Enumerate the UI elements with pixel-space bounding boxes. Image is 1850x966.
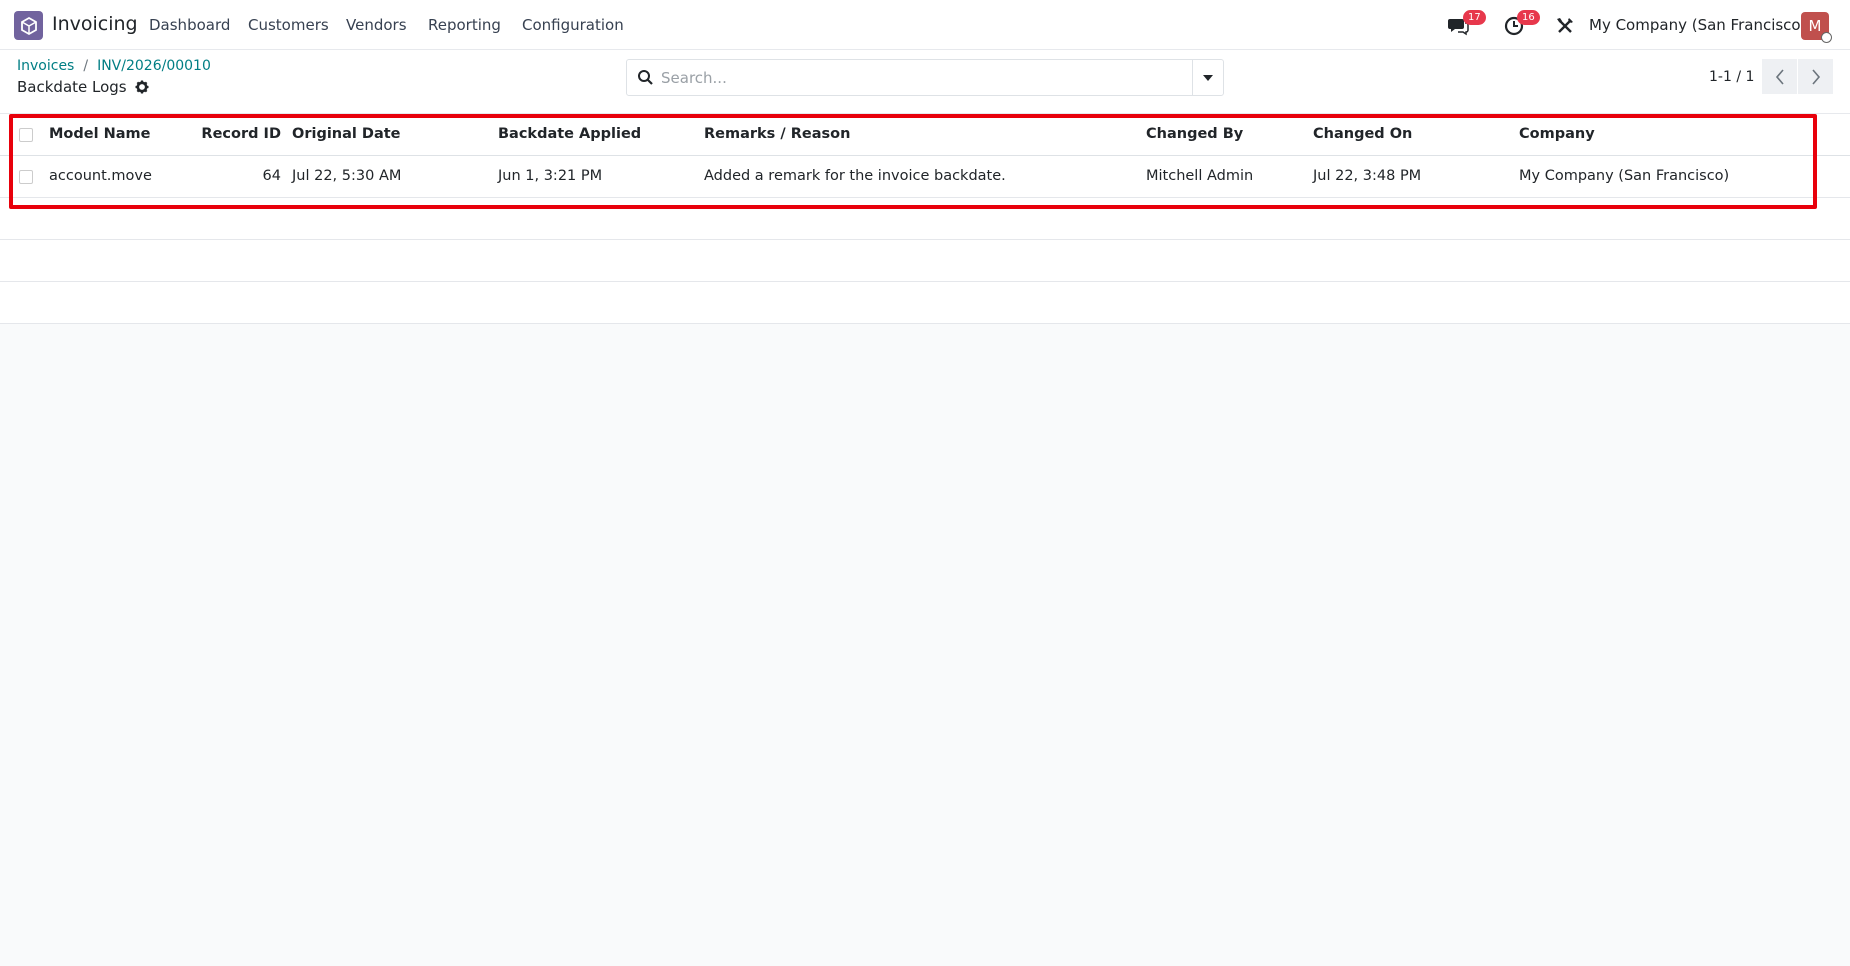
tools-icon xyxy=(1557,18,1573,33)
column-header-model-name[interactable]: Model Name xyxy=(49,126,151,142)
cell-remarks: Added a remark for the invoice backdate. xyxy=(704,168,1006,184)
page-title: Backdate Logs xyxy=(17,78,149,96)
user-avatar[interactable]: M xyxy=(1801,12,1832,43)
column-header-remarks[interactable]: Remarks / Reason xyxy=(704,126,850,142)
gear-icon[interactable] xyxy=(135,80,149,94)
menu-customers[interactable]: Customers xyxy=(248,16,329,34)
column-header-record-id[interactable]: Record ID xyxy=(201,126,281,142)
cell-changed-on: Jul 22, 3:48 PM xyxy=(1313,168,1422,184)
debug-tools-button[interactable] xyxy=(1555,12,1577,38)
top-navbar: Invoicing Dashboard Customers Vendors Re… xyxy=(0,0,1850,50)
cell-changed-by: Mitchell Admin xyxy=(1146,168,1254,184)
cell-backdate-applied: Jun 1, 3:21 PM xyxy=(498,168,603,184)
messages-count-badge: 17 xyxy=(1463,10,1486,25)
search-bar xyxy=(626,59,1224,96)
avatar-letter: M xyxy=(1808,17,1822,35)
app-name[interactable]: Invoicing xyxy=(52,13,138,35)
column-header-company[interactable]: Company xyxy=(1519,126,1595,142)
select-all-checkbox[interactable] xyxy=(19,128,33,142)
messages-button[interactable]: 17 xyxy=(1447,10,1486,38)
activities-button[interactable]: 16 xyxy=(1503,10,1540,38)
chevron-left-icon xyxy=(1775,68,1784,85)
empty-row xyxy=(0,240,1850,282)
breadcrumb-separator: / xyxy=(83,58,89,74)
activities-count-badge: 16 xyxy=(1517,10,1540,25)
company-switcher[interactable]: My Company (San Francisco) xyxy=(1589,16,1806,34)
empty-row xyxy=(0,282,1850,324)
pager-value[interactable]: 1-1 / 1 xyxy=(1709,69,1754,85)
search-options-toggle[interactable] xyxy=(1192,60,1223,95)
table-header-row: Model Name Record ID Original Date Backd… xyxy=(0,114,1850,156)
menu-reporting[interactable]: Reporting xyxy=(428,16,501,34)
row-checkbox[interactable] xyxy=(19,170,33,184)
column-header-backdate-applied[interactable]: Backdate Applied xyxy=(498,126,641,142)
app-logo-icon[interactable] xyxy=(14,11,43,40)
menu-vendors[interactable]: Vendors xyxy=(346,16,407,34)
search-input[interactable] xyxy=(661,66,1161,90)
caret-down-icon xyxy=(1203,74,1213,81)
page-title-text: Backdate Logs xyxy=(17,78,127,96)
breadcrumb: Invoices / INV/2026/00010 xyxy=(17,58,211,74)
breadcrumb-invoice[interactable]: INV/2026/00010 xyxy=(97,58,211,74)
menu-configuration[interactable]: Configuration xyxy=(522,16,624,34)
cell-original-date: Jul 22, 5:30 AM xyxy=(292,168,402,184)
search-icon xyxy=(638,70,653,85)
chevron-right-icon xyxy=(1811,68,1820,85)
table-row[interactable]: account.move 64 Jul 22, 5:30 AM Jun 1, 3… xyxy=(0,156,1850,198)
column-header-changed-by[interactable]: Changed By xyxy=(1146,126,1243,142)
cell-model-name: account.move xyxy=(49,168,152,184)
menu-dashboard[interactable]: Dashboard xyxy=(149,16,230,34)
column-header-original-date[interactable]: Original Date xyxy=(292,126,401,142)
pager-next-button[interactable] xyxy=(1798,59,1833,94)
empty-row xyxy=(0,198,1850,240)
cell-company: My Company (San Francisco) xyxy=(1519,168,1730,184)
breadcrumb-invoices[interactable]: Invoices xyxy=(17,58,74,74)
control-panel: Invoices / INV/2026/00010 Backdate Logs 1-… xyxy=(0,50,1850,114)
pager-previous-button[interactable] xyxy=(1762,59,1797,94)
presence-status-icon xyxy=(1821,32,1832,43)
column-header-changed-on[interactable]: Changed On xyxy=(1313,126,1412,142)
cell-record-id: 64 xyxy=(262,168,281,184)
